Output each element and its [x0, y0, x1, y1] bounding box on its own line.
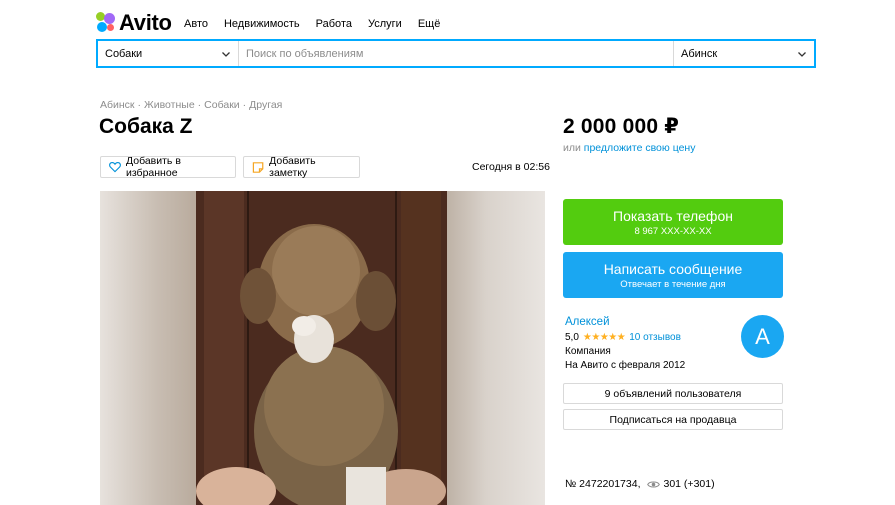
write-message-button[interactable]: Написать сообщение Отвечает в течение дн…	[563, 252, 783, 298]
nav-item-realty[interactable]: Недвижимость	[224, 18, 300, 30]
rating-value: 5,0	[565, 332, 579, 343]
subscribe-seller-button[interactable]: Подписаться на продавца	[563, 409, 783, 430]
location-select[interactable]: Абинск	[673, 41, 814, 66]
avatar[interactable]: А	[741, 315, 784, 358]
phone-masked: 8 967 XXX-XX-XX	[634, 225, 712, 237]
breadcrumb-item-other[interactable]: Другая	[249, 99, 282, 111]
user-ads-button[interactable]: 9 объявлений пользователя	[563, 383, 783, 404]
top-nav: Авто Недвижимость Работа Услуги Ещё	[184, 18, 440, 30]
nav-item-jobs[interactable]: Работа	[316, 18, 352, 30]
photo-blur-right	[447, 191, 545, 505]
search-bar: Собаки Абинск	[96, 39, 816, 68]
add-note-button[interactable]: Добавить заметку	[243, 155, 360, 179]
rating-stars: ★★★★★	[582, 332, 626, 343]
chevron-down-icon	[798, 51, 806, 57]
note-label: Добавить заметку	[269, 155, 316, 179]
show-phone-label: Показать телефон	[613, 207, 733, 224]
listing-number: № 2472201734,	[565, 478, 641, 490]
listing-title: Собака Z	[99, 115, 193, 138]
views-count: 301 (+301)	[663, 478, 715, 490]
seller-type: Компания	[565, 346, 611, 357]
seller-rating: 5,0 ★★★★★ 10 отзывов	[565, 332, 681, 343]
seller-name[interactable]: Алексей	[565, 316, 610, 328]
dog-photo	[196, 191, 447, 505]
heart-icon	[109, 162, 121, 173]
seller-since: На Авито с февраля 2012	[565, 360, 686, 371]
search-input[interactable]	[239, 41, 673, 66]
chevron-down-icon	[222, 51, 230, 57]
category-value: Собаки	[105, 47, 143, 60]
price-offer-prefix: или	[563, 142, 581, 154]
nav-item-more[interactable]: Ещё	[418, 18, 441, 30]
avatar-letter: А	[755, 323, 770, 349]
category-select[interactable]: Собаки	[98, 41, 239, 66]
breadcrumb-item-animals[interactable]: Животные	[144, 99, 195, 111]
price: 2 000 000 ₽	[563, 115, 680, 138]
breadcrumb: Абинск · Животные · Собаки · Другая	[100, 99, 283, 111]
location-value: Абинск	[681, 47, 718, 60]
nav-item-services[interactable]: Услуги	[368, 18, 402, 30]
response-time: Отвечает в течение дня	[620, 278, 726, 290]
reviews-link[interactable]: 10 отзывов	[629, 332, 681, 343]
offer-price-link[interactable]: предложите свою цену	[584, 142, 696, 154]
note-icon	[252, 161, 264, 173]
eye-icon	[646, 481, 660, 487]
write-message-label: Написать сообщение	[603, 260, 743, 277]
listing-photo[interactable]	[100, 191, 545, 505]
breadcrumb-item-dogs[interactable]: Собаки	[204, 99, 240, 111]
nav-item-auto[interactable]: Авто	[184, 18, 208, 30]
price-offer: или предложите свою цену	[563, 142, 695, 154]
show-phone-button[interactable]: Показать телефон 8 967 XXX-XX-XX	[563, 199, 783, 245]
logo-dots-icon	[96, 12, 116, 34]
listing-meta: № 2472201734, 301 (+301)	[565, 478, 715, 490]
add-to-favorites-button[interactable]: Добавить в избранное	[100, 155, 236, 179]
avito-logo[interactable]: Avito	[96, 10, 172, 36]
publish-date: Сегодня в 02:56	[472, 161, 550, 173]
breadcrumb-item-city[interactable]: Абинск	[100, 99, 135, 111]
logo-text: Avito	[119, 10, 172, 35]
photo-blur-left	[100, 191, 196, 505]
favorite-label: Добавить в избранное	[126, 155, 181, 179]
